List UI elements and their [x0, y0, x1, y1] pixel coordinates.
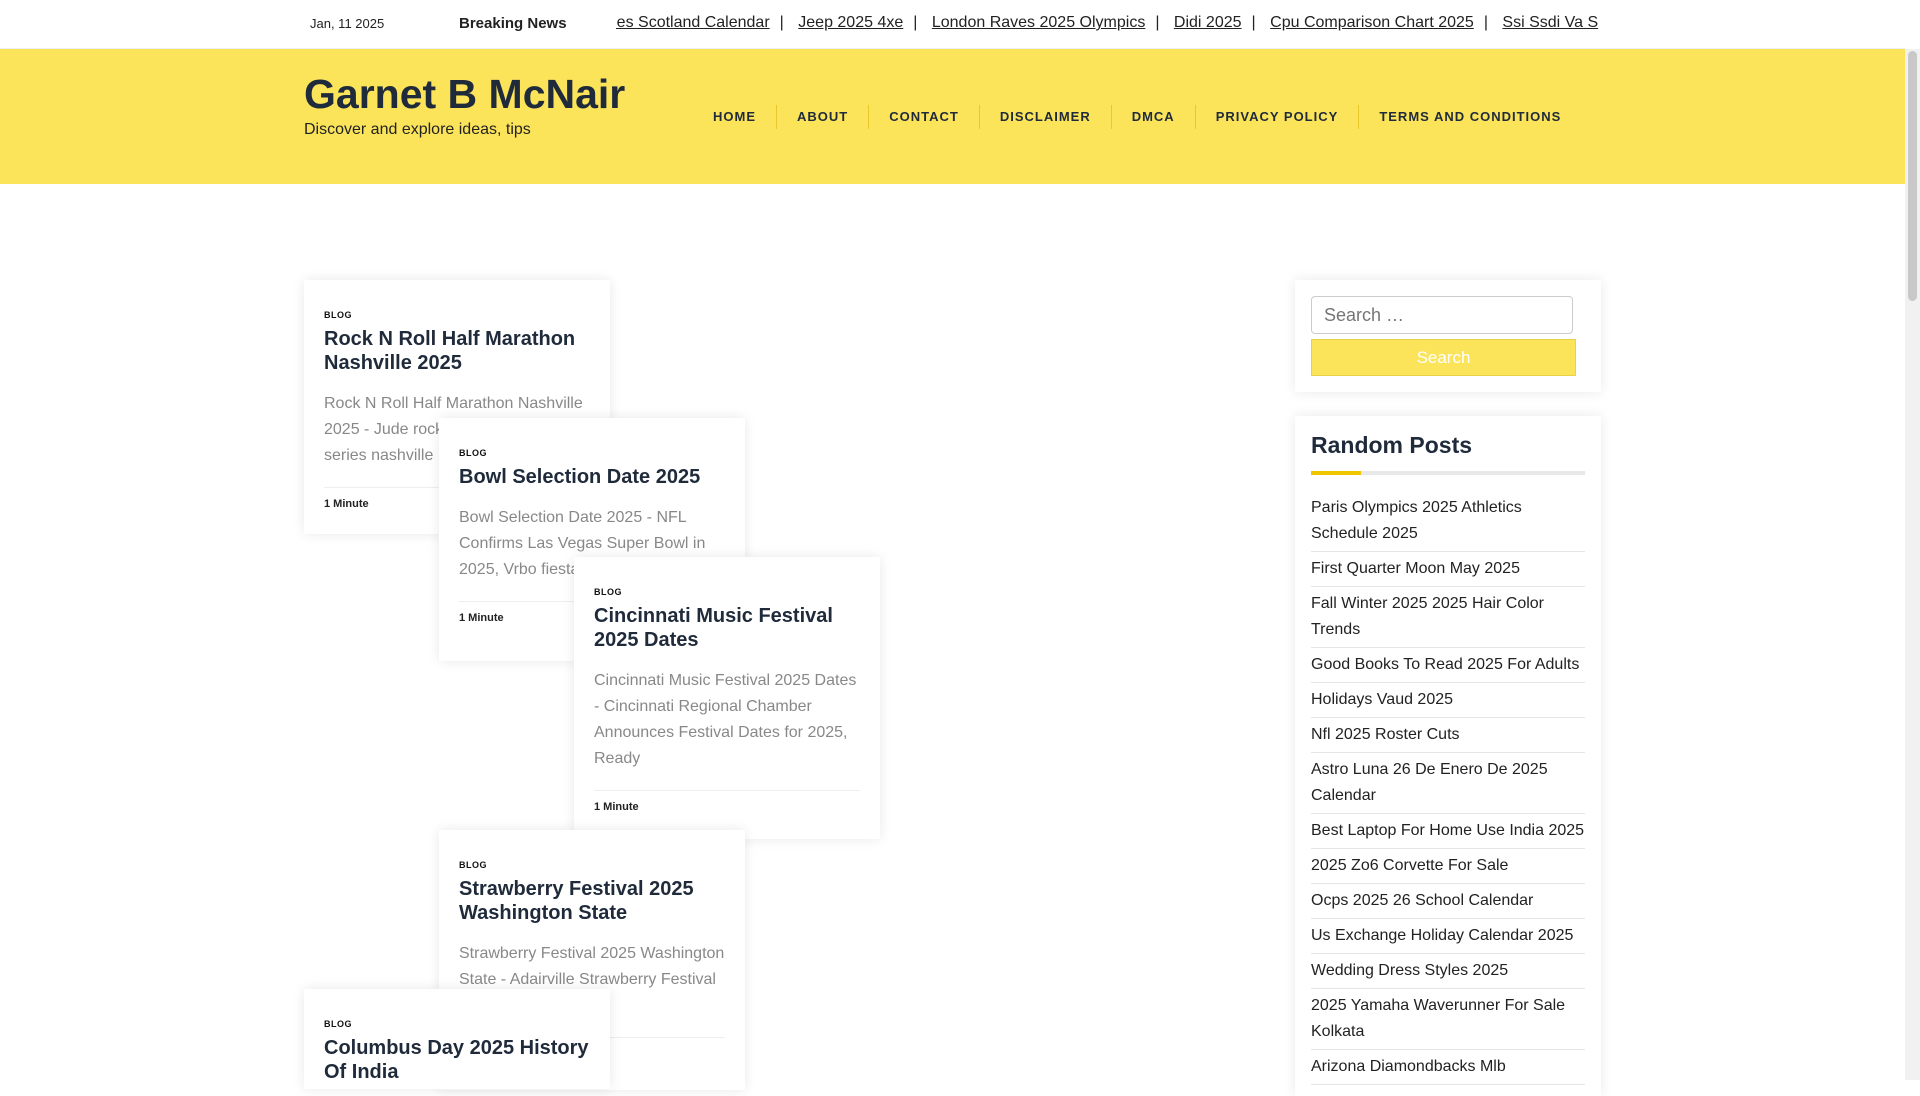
ticker-link[interactable]: Jeep 2025 4xe — [798, 14, 903, 31]
post-title[interactable]: Rock N Roll Half Marathon Nashville 2025 — [324, 327, 590, 375]
nav-terms-and-conditions[interactable]: TERMS AND CONDITIONS — [1359, 105, 1581, 129]
breaking-news-ticker: Games Scotland Calendar| Jeep 2025 4xe| … — [616, 14, 1602, 36]
random-post-link[interactable]: Paris Olympics 2025 Athletics Schedule 2… — [1311, 491, 1585, 552]
nav-about[interactable]: ABOUT — [777, 105, 870, 129]
random-posts-title: Random Posts — [1311, 432, 1473, 458]
random-post-link[interactable]: Wedding Dress Styles 2025 — [1311, 954, 1585, 989]
random-post-link[interactable]: Holidays Vaud 2025 — [1311, 683, 1585, 718]
nav-home[interactable]: HOME — [693, 105, 777, 129]
search-input[interactable] — [1311, 296, 1573, 334]
search-button[interactable]: Search — [1311, 339, 1576, 376]
main-nav: HOME ABOUT CONTACT DISCLAIMER DMCA PRIVA… — [693, 105, 1581, 129]
random-post-link[interactable]: Us Exchange Holiday Calendar 2025 — [1311, 919, 1585, 954]
post-category[interactable]: BLOG — [459, 860, 725, 870]
random-post-link[interactable]: Best Laptop For Home Use India 2025 — [1311, 814, 1585, 849]
site-title[interactable]: Garnet B McNair — [304, 71, 625, 118]
ticker-link[interactable]: Ssi Ssdi Va S — [1502, 14, 1598, 31]
ticker-link[interactable]: London Raves 2025 Olympics — [932, 14, 1145, 31]
random-post-link[interactable]: Fall Winter 2025 2025 Hair Color Trends — [1311, 587, 1585, 648]
post-title[interactable]: Columbus Day 2025 History Of India — [324, 1036, 590, 1084]
random-post-link[interactable]: 2025 Zo6 Corvette For Sale — [1311, 849, 1585, 884]
random-post-link[interactable]: Good Books To Read 2025 For Adults — [1311, 648, 1585, 683]
breaking-news-label: Breaking News — [459, 15, 567, 32]
scrollbar-thumb[interactable] — [1908, 51, 1917, 301]
post-title[interactable]: Cincinnati Music Festival 2025 Dates — [594, 604, 860, 652]
post-title[interactable]: Strawberry Festival 2025 Washington Stat… — [459, 877, 725, 925]
post-excerpt: Cincinnati Music Festival 2025 Dates - C… — [594, 672, 857, 767]
random-post-link[interactable]: Astro Luna 26 De Enero De 2025 Calendar — [1311, 753, 1585, 814]
post-card[interactable]: BLOG Cincinnati Music Festival 2025 Date… — [574, 557, 880, 839]
post-category[interactable]: BLOG — [459, 448, 725, 458]
post-card[interactable]: BLOG Columbus Day 2025 History Of India — [304, 989, 610, 1089]
title-underline — [1311, 471, 1585, 475]
site-tagline: Discover and explore ideas, tips — [304, 121, 531, 138]
nav-privacy-policy[interactable]: PRIVACY POLICY — [1196, 105, 1360, 129]
post-category[interactable]: BLOG — [324, 1019, 590, 1029]
nav-disclaimer[interactable]: DISCLAIMER — [980, 105, 1112, 129]
post-read-time: 1 Minute — [594, 790, 860, 831]
ticker-link[interactable]: Didi 2025 — [1174, 14, 1242, 31]
top-bar: Jan, 11 2025 Breaking News Games Scotlan… — [0, 0, 1905, 49]
search-widget: Search — [1295, 280, 1601, 392]
random-posts-list: Paris Olympics 2025 Athletics Schedule 2… — [1311, 491, 1585, 1085]
random-post-link[interactable]: 2025 Yamaha Waverunner For Sale Kolkata — [1311, 989, 1585, 1050]
random-post-link[interactable]: Nfl 2025 Roster Cuts — [1311, 718, 1585, 753]
current-date: Jan, 11 2025 — [310, 16, 385, 31]
random-post-link[interactable]: Ocps 2025 26 School Calendar — [1311, 884, 1585, 919]
random-posts-widget: Random Posts Paris Olympics 2025 Athleti… — [1295, 416, 1601, 1096]
post-category[interactable]: BLOG — [324, 310, 590, 320]
ticker-link[interactable]: Games Scotland Calendar — [616, 14, 770, 31]
nav-dmca[interactable]: DMCA — [1112, 105, 1196, 129]
ticker-link[interactable]: Cpu Comparison Chart 2025 — [1270, 14, 1474, 31]
post-category[interactable]: BLOG — [594, 587, 860, 597]
nav-contact[interactable]: CONTACT — [869, 105, 980, 129]
random-post-link[interactable]: First Quarter Moon May 2025 — [1311, 552, 1585, 587]
post-title[interactable]: Bowl Selection Date 2025 — [459, 465, 725, 489]
page-scrollbar[interactable] — [1905, 49, 1920, 1080]
